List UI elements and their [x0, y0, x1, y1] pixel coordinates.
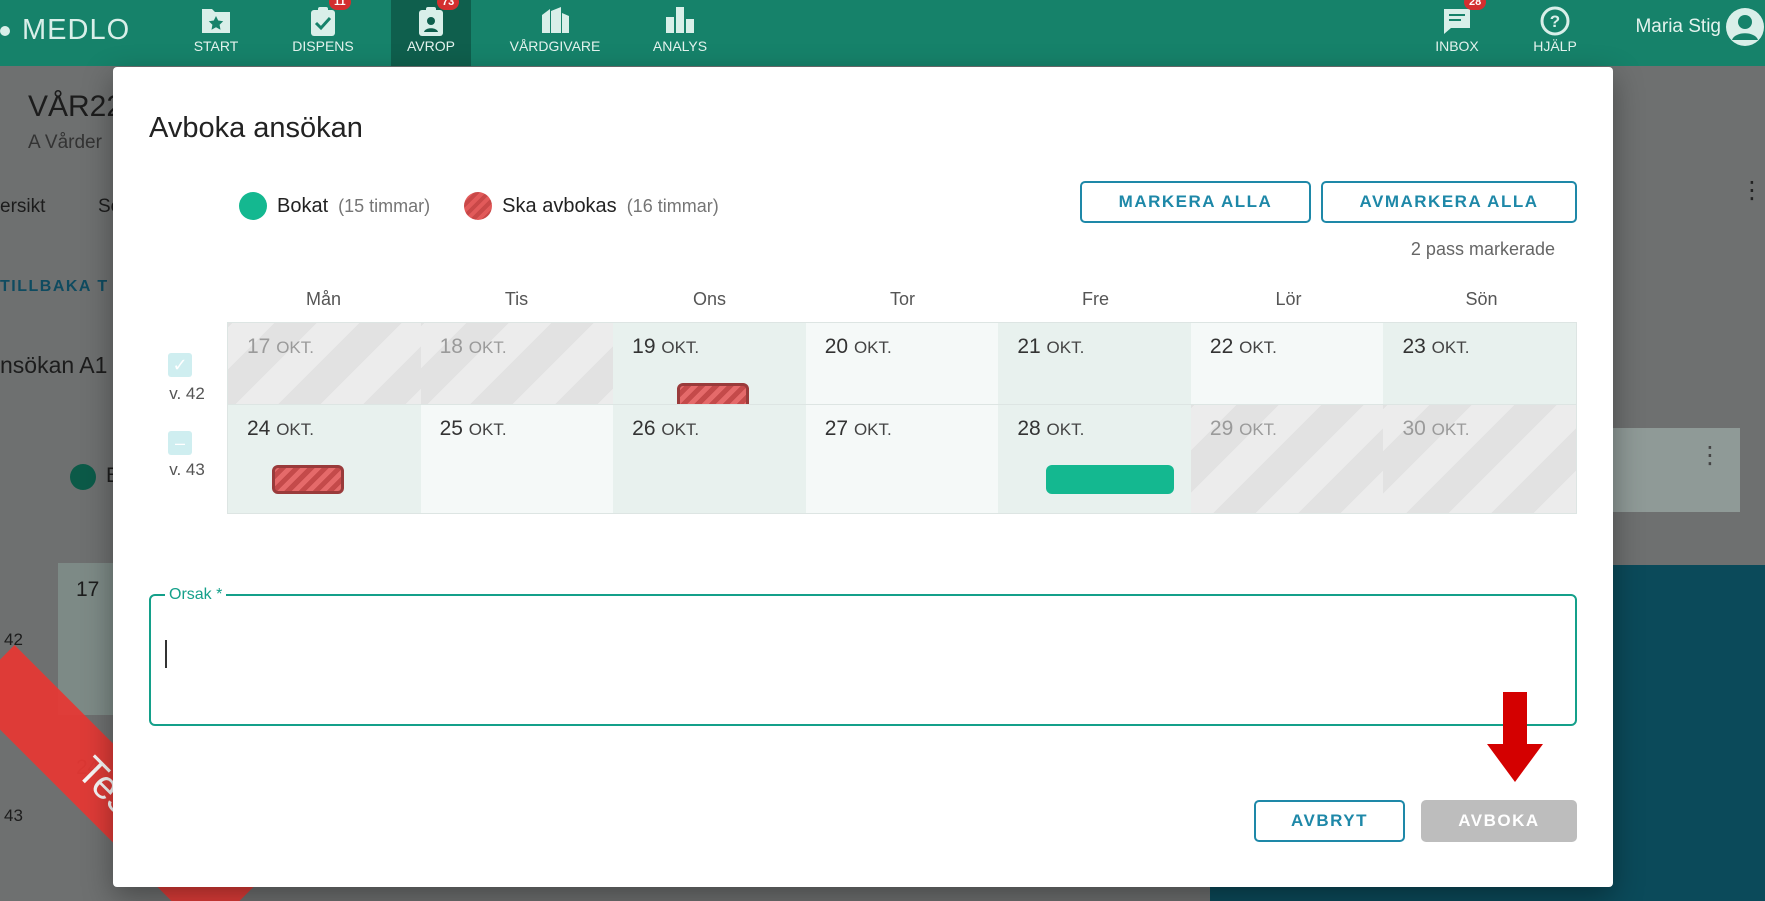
week-42-checkbox[interactable]: ✓ [168, 353, 192, 377]
inbox-badge: 28 [1464, 0, 1487, 10]
day-header-wed: Ons [692, 289, 726, 309]
cancel-legend-dot [464, 192, 493, 220]
day-cell: 28 OKT. [998, 405, 1191, 513]
minus-icon: – [174, 433, 185, 453]
hospital-icon [542, 7, 569, 33]
text-cursor [165, 640, 167, 668]
bar-chart-icon [666, 7, 694, 33]
mark-all-button[interactable]: MARKERA ALLA [1080, 181, 1311, 223]
bg-card-menu-icon[interactable]: ⋮ [1698, 441, 1722, 470]
check-icon: ✓ [172, 355, 188, 375]
user-name[interactable]: Maria Stig [1635, 16, 1721, 38]
nav-inbox[interactable]: 28 INBOX [1432, 0, 1487, 66]
clipboard-check-icon [311, 7, 335, 36]
selected-count: 2 pass markerade [1410, 239, 1555, 259]
bg-week-label: 43 [4, 806, 23, 825]
shift-to-cancel[interactable] [272, 465, 344, 494]
booked-legend-dot [239, 192, 267, 220]
bg-back-link[interactable]: TILLBAKA T [0, 278, 109, 296]
legend-booked-label: Bokat [277, 194, 329, 217]
booked-shift[interactable] [1046, 465, 1175, 494]
nav-start[interactable]: START [185, 0, 247, 66]
clipboard-user-icon [419, 7, 443, 36]
day-header-mon: Mån [305, 289, 341, 309]
legend: Bokat (15 timmar) Ska avbokas (16 timmar… [239, 192, 753, 220]
day-cell: 29 OKT. [1190, 405, 1384, 513]
star-folder-icon [202, 9, 230, 33]
day-cell: 26 OKT. [613, 405, 806, 513]
legend-booked-hours: (15 timmar) [338, 195, 431, 216]
nav-dispens[interactable]: 11 DISPENS [285, 0, 361, 66]
nav-analys[interactable]: ANALYS [650, 0, 710, 66]
dispens-badge: 11 [329, 0, 351, 10]
reason-field[interactable]: Orsak * [149, 586, 1577, 726]
confirm-cancel-booking-button[interactable]: AVBOKA [1421, 800, 1577, 842]
nav-vardgivare[interactable]: VÅRDGIVARE [505, 0, 605, 66]
day-header-thu: Tor [889, 289, 915, 309]
week-43-label: v. 43 [169, 460, 205, 479]
nav-help[interactable]: ? HJÄLP [1530, 0, 1580, 66]
day-header-tue: Tis [504, 289, 529, 309]
nav-avrop[interactable]: 73 AVROP [391, 0, 471, 66]
help-circle-icon: ? [1540, 6, 1570, 36]
unmark-all-button[interactable]: AVMARKERA ALLA [1321, 181, 1577, 223]
cancel-booking-dialog: Avboka ansökan Bokat (15 timmar) Ska avb… [113, 67, 1613, 887]
reason-label: Orsak * [165, 586, 227, 604]
week-42-label: v. 42 [169, 384, 205, 403]
bg-legend-dot [70, 464, 96, 490]
day-header-sun: Sön [1465, 289, 1498, 309]
day-cell: 25 OKT. [420, 405, 614, 513]
bg-page-title: VÅR22 [28, 90, 124, 123]
bg-section-title: nsökan A1 [0, 352, 108, 378]
day-header-fri: Fre [1082, 289, 1109, 309]
day-cell: 27 OKT. [805, 405, 999, 513]
bg-tab-overview[interactable]: ersikt [0, 196, 45, 218]
avrop-badge: 73 [437, 0, 460, 10]
top-navigation-bar: MEDLO START 11 DISPENS 73 AVROP VÅRDGIVA… [0, 0, 1765, 66]
svg-text:?: ? [1550, 12, 1560, 31]
user-avatar-icon[interactable] [1725, 7, 1765, 47]
week-43-row: 24 OKT. 25 OKT. 26 OKT. 27 OKT. 28 OKT. … [227, 404, 1577, 514]
day-cell: 24 OKT. [228, 405, 421, 513]
annotation-arrow-icon [1487, 692, 1543, 782]
chat-icon [1444, 9, 1470, 34]
cancel-button[interactable]: AVBRYT [1254, 800, 1405, 842]
day-cell: 30 OKT. [1383, 405, 1577, 513]
bg-page-subtitle: A Vårder [28, 132, 102, 153]
dialog-title: Avboka ansökan [149, 112, 363, 144]
week-43-checkbox[interactable]: – [168, 431, 192, 455]
legend-cancel-label: Ska avbokas [502, 194, 617, 217]
legend-cancel-hours: (16 timmar) [626, 195, 719, 216]
day-header-sat: Lör [1275, 289, 1302, 309]
bg-kebab-menu-icon[interactable]: ⋮ [1740, 176, 1764, 205]
app-logo[interactable]: MEDLO [0, 14, 130, 47]
bg-card-day: 17 [76, 578, 100, 601]
